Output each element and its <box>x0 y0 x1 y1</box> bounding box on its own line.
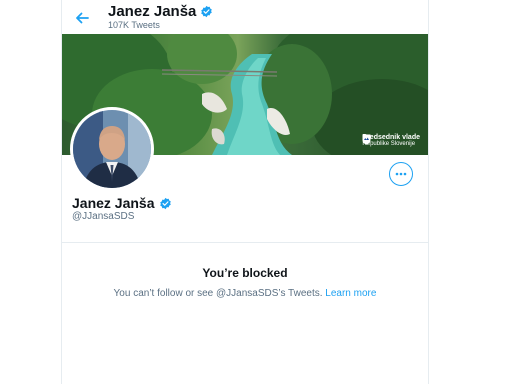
blocked-message: You can’t follow or see @JJansaSDS’s Twe… <box>113 288 323 299</box>
back-button[interactable] <box>70 6 94 30</box>
government-crest-icon <box>362 134 371 145</box>
tweet-count: 107K Tweets <box>108 20 160 30</box>
banner-watermark: Predsednik vlade Republike Slovenije <box>362 134 420 148</box>
verified-badge-icon <box>201 5 213 18</box>
avatar-photo <box>73 110 151 188</box>
more-options-icon <box>395 172 407 176</box>
profile-column: Janez Janša 107K Tweets Predsednik vlade… <box>61 0 429 384</box>
profile-handle: @JJansaSDS <box>72 211 135 222</box>
avatar[interactable] <box>70 107 154 191</box>
verified-badge-icon <box>159 197 171 209</box>
blocked-message-row: You can’t follow or see @JJansaSDS’s Twe… <box>62 288 428 299</box>
back-arrow-icon <box>76 12 89 24</box>
more-options-button[interactable] <box>389 162 413 186</box>
blocked-title: You’re blocked <box>202 266 288 280</box>
profile-name: Janez Janša <box>72 195 155 211</box>
header-name: Janez Janša <box>108 3 197 20</box>
top-bar: Janez Janša 107K Tweets <box>62 0 428 34</box>
header-name-row: Janez Janša <box>108 3 213 20</box>
learn-more-link[interactable]: Learn more <box>325 288 376 299</box>
profile-name-row: Janez Janša <box>72 195 172 211</box>
divider <box>62 242 428 243</box>
